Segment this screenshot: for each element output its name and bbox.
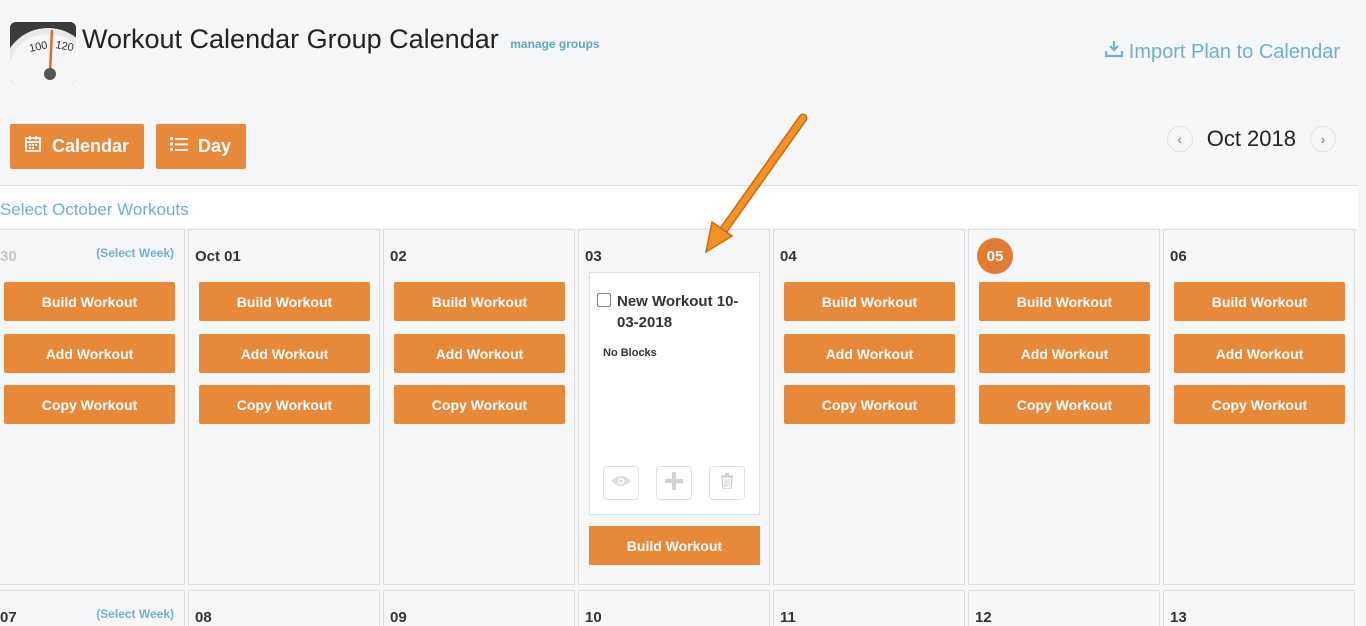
select-month-link[interactable]: Select October Workouts: [0, 200, 189, 220]
trash-icon: [720, 472, 734, 494]
build-workout-button[interactable]: Build Workout: [4, 282, 175, 321]
select-week-link[interactable]: (Select Week): [96, 607, 174, 621]
day-cell: 04 Build Workout Add Workout Copy Workou…: [773, 229, 965, 585]
prev-month-button[interactable]: ‹: [1166, 126, 1193, 152]
build-workout-button[interactable]: Build Workout: [979, 282, 1150, 321]
download-icon: [1104, 40, 1123, 64]
workout-name[interactable]: New Workout 10-03-2018: [617, 291, 747, 333]
copy-workout-button[interactable]: Copy Workout: [4, 385, 175, 424]
add-workout-button[interactable]: Add Workout: [4, 334, 175, 373]
next-month-button[interactable]: ›: [1310, 126, 1336, 152]
select-week-link[interactable]: (Select Week): [96, 246, 174, 260]
day-number: 08: [195, 609, 212, 626]
day-cell: Oct 01 Build Workout Add Workout Copy Wo…: [188, 229, 380, 585]
copy-workout-button[interactable]: Copy Workout: [199, 385, 370, 424]
day-number: 11: [780, 609, 796, 626]
day-cell: 12: [968, 590, 1160, 626]
day-cell: 08: [188, 590, 380, 626]
copy-workout-button[interactable]: Copy Workout: [1174, 385, 1345, 424]
today-badge: 05: [977, 238, 1013, 274]
import-plan-button[interactable]: Import Plan to Calendar: [1104, 40, 1340, 64]
day-cell: 13: [1163, 590, 1355, 626]
day-cell: 30 (Select Week) Build Workout Add Worko…: [0, 229, 185, 585]
page-title: Workout Calendar Group Calendar manage g…: [82, 24, 600, 55]
import-plan-label: Import Plan to Calendar: [1128, 40, 1340, 63]
day-number: 02: [390, 248, 407, 265]
add-workout-button[interactable]: Add Workout: [1174, 334, 1345, 373]
day-cell: 10: [578, 590, 770, 626]
chevron-right-icon: ›: [1320, 131, 1326, 147]
add-workout-button[interactable]: Add Workout: [979, 334, 1150, 373]
month-label: Oct 2018: [1206, 126, 1296, 151]
month-select-band: [0, 186, 1358, 228]
day-number: 03: [585, 248, 602, 265]
day-cell: 06 Build Workout Add Workout Copy Workou…: [1163, 229, 1355, 585]
day-cell: 03 New Workout 10-03-2018 No Blocks Buil…: [578, 229, 770, 585]
workout-card-header: New Workout 10-03-2018: [597, 291, 747, 333]
plus-icon: [664, 471, 684, 496]
day-number: 07: [0, 609, 17, 626]
calendar-view-label: Calendar: [52, 136, 130, 156]
build-workout-button[interactable]: Build Workout: [589, 526, 760, 565]
day-cell: 07 (Select Week): [0, 590, 185, 626]
day-number: 06: [1170, 248, 1187, 265]
add-workout-button[interactable]: Add Workout: [199, 334, 370, 373]
day-number: 10: [585, 609, 602, 626]
day-number: 12: [975, 609, 992, 626]
day-number: 13: [1170, 609, 1187, 626]
day-cell: 02 Build Workout Add Workout Copy Workou…: [383, 229, 575, 585]
copy-workout-button[interactable]: Copy Workout: [784, 385, 955, 424]
manage-groups-link[interactable]: manage groups: [510, 37, 599, 51]
add-workout-button[interactable]: Add Workout: [394, 334, 565, 373]
group-logo: 100 120: [10, 22, 76, 84]
day-cell: 09: [383, 590, 575, 626]
day-number: 04: [780, 248, 797, 265]
calendar-icon: [24, 135, 42, 158]
day-number: 09: [390, 609, 407, 626]
day-cell-today: 05 Build Workout Add Workout Copy Workou…: [968, 229, 1160, 585]
day-view-label: Day: [198, 136, 232, 156]
workout-card[interactable]: New Workout 10-03-2018 No Blocks: [589, 272, 760, 515]
eye-icon: [610, 474, 632, 493]
day-view-button[interactable]: Day: [156, 124, 246, 169]
workout-blocks-status: No Blocks: [603, 347, 657, 359]
day-number: Oct 01: [195, 248, 241, 265]
day-cell: 11: [773, 590, 965, 626]
add-workout-button[interactable]: Add Workout: [784, 334, 955, 373]
add-block-button[interactable]: [656, 466, 692, 500]
month-navigator: ‹ Oct 2018 ›: [1166, 126, 1336, 152]
copy-workout-button[interactable]: Copy Workout: [394, 385, 565, 424]
build-workout-button[interactable]: Build Workout: [199, 282, 370, 321]
view-workout-button[interactable]: [603, 466, 639, 500]
delete-workout-button[interactable]: [709, 466, 745, 500]
chevron-left-icon: ‹: [1177, 131, 1183, 147]
workout-checkbox[interactable]: [597, 293, 611, 307]
copy-workout-button[interactable]: Copy Workout: [979, 385, 1150, 424]
day-number: 30: [0, 248, 17, 265]
build-workout-button[interactable]: Build Workout: [1174, 282, 1345, 321]
list-icon: [170, 136, 188, 157]
calendar-view-button[interactable]: Calendar: [10, 124, 144, 169]
build-workout-button[interactable]: Build Workout: [394, 282, 565, 321]
build-workout-button[interactable]: Build Workout: [784, 282, 955, 321]
page-title-text: Workout Calendar Group Calendar: [82, 24, 499, 54]
